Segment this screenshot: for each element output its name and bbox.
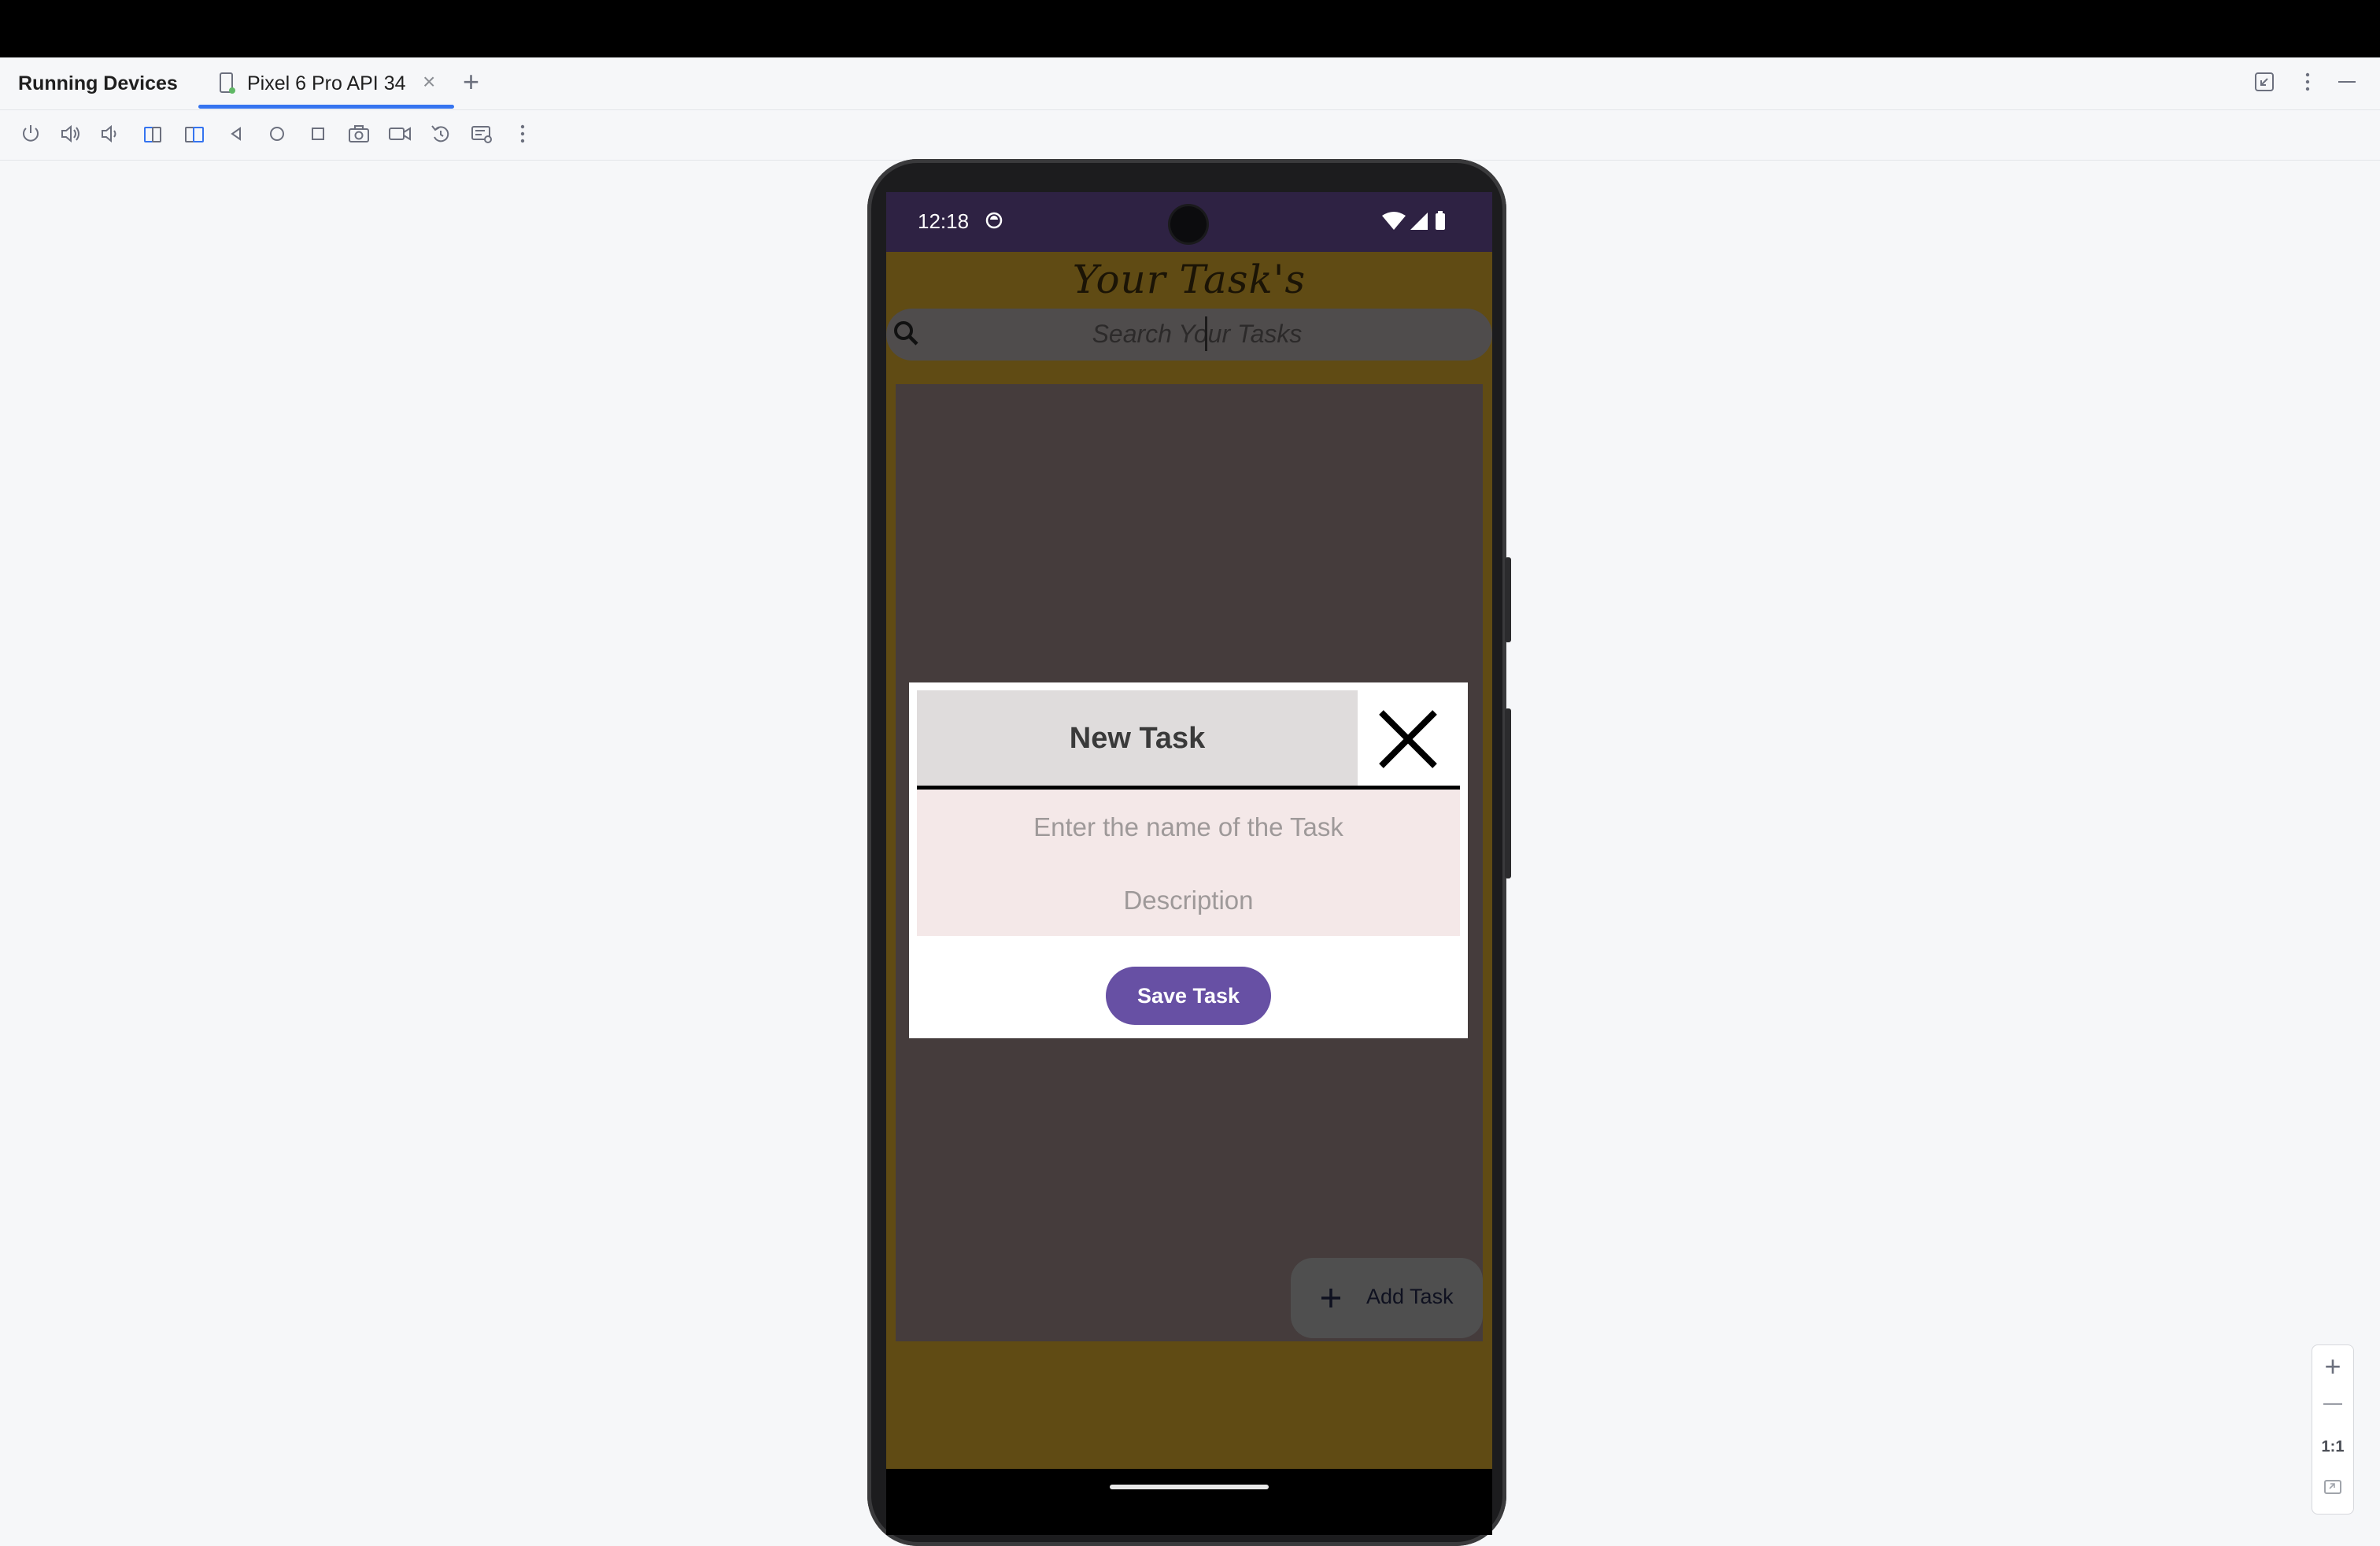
close-icon[interactable] — [1375, 706, 1441, 772]
save-task-button[interactable]: Save Task — [1106, 967, 1271, 1025]
status-icons — [1382, 211, 1445, 230]
plus-icon — [1321, 1289, 1340, 1307]
wifi-icon — [1382, 212, 1406, 230]
home-gesture-handle[interactable] — [1110, 1485, 1269, 1489]
home-icon[interactable] — [264, 121, 290, 146]
rotate-left-icon[interactable] — [140, 121, 165, 146]
app-title: Your Task's — [1072, 257, 1306, 302]
task-name-field[interactable]: Enter the name of the Task — [917, 812, 1460, 842]
tab-close-icon[interactable]: × — [423, 69, 435, 94]
zoom-out-button[interactable]: — — [2312, 1393, 2353, 1415]
add-tab-button[interactable]: + — [463, 68, 479, 96]
phone-power-button — [1505, 557, 1511, 642]
reset-icon[interactable] — [428, 121, 453, 146]
volume-down-icon[interactable] — [98, 121, 123, 146]
rotate-right-icon[interactable] — [183, 121, 208, 146]
tab-device-label: Pixel 6 Pro API 34 — [247, 72, 406, 94]
panel-title: Running Devices — [18, 72, 178, 94]
add-task-label: Add Task — [1366, 1285, 1454, 1308]
restore-window-icon[interactable] — [2253, 71, 2275, 93]
new-task-dialog: New Task Enter the name of the Task Desc… — [909, 682, 1468, 1038]
status-time: 12:18 — [918, 209, 970, 233]
device-icon — [220, 72, 235, 94]
minimize-icon[interactable] — [2336, 71, 2358, 93]
more-options-icon[interactable] — [2297, 71, 2319, 93]
back-icon[interactable] — [224, 121, 249, 146]
battery-icon — [1436, 213, 1445, 230]
task-description-field[interactable]: Description — [917, 886, 1460, 915]
dialog-title: New Task — [1069, 722, 1206, 755]
fit-screen-icon[interactable] — [2323, 1478, 2342, 1496]
front-camera — [1170, 206, 1207, 242]
actual-size-button[interactable]: 1:1 — [2312, 1438, 2353, 1456]
search-input[interactable]: Search Your Tasks — [886, 320, 1492, 349]
tab-device[interactable]: Pixel 6 Pro API 34 × — [198, 61, 454, 109]
signal-icon — [1410, 213, 1428, 230]
zoom-in-button[interactable]: + — [2312, 1350, 2353, 1383]
power-icon[interactable] — [18, 121, 43, 146]
phone-volume-rocker — [1505, 708, 1511, 878]
display-settings-icon[interactable] — [469, 121, 494, 146]
toolbar-more-icon[interactable] — [510, 121, 535, 146]
tab-active-indicator — [198, 105, 454, 109]
volume-up-icon[interactable] — [58, 121, 83, 146]
window-top-bar — [0, 0, 2380, 57]
data-saver-icon — [985, 212, 1003, 229]
screenshot-icon[interactable] — [346, 121, 371, 146]
overview-icon[interactable] — [305, 121, 331, 146]
text-cursor — [1205, 316, 1207, 351]
zoom-panel: + — 1:1 — [2312, 1344, 2354, 1515]
screen-record-icon[interactable] — [387, 121, 412, 146]
navigation-bar — [886, 1469, 1492, 1535]
